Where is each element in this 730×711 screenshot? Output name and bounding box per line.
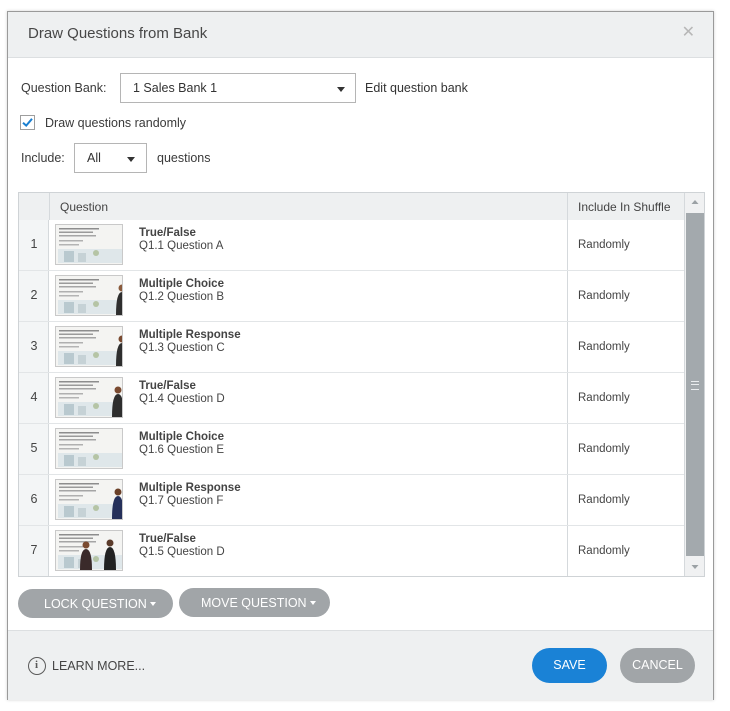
chevron-down-icon xyxy=(337,87,345,92)
row-number: 4 xyxy=(30,390,38,404)
table-row[interactable]: 6 Multiple Response Q1.7 Question F Randoml… xyxy=(19,475,684,526)
shuffle-cell: Randomly xyxy=(567,322,685,372)
chevron-down-icon xyxy=(127,157,135,162)
shuffle-cell: Randomly xyxy=(567,424,685,474)
shuffle-cell: Randomly xyxy=(567,271,685,321)
question-name: Q1.4 Question D xyxy=(139,393,225,405)
grid-scrollbar[interactable] xyxy=(684,193,705,576)
shuffle-cell: Randomly xyxy=(567,475,685,525)
shuffle-cell: Randomly xyxy=(567,220,685,270)
row-number: 5 xyxy=(30,441,38,455)
lock-question-label: LOCK QUESTION xyxy=(44,597,147,611)
shuffle-value: Randomly xyxy=(578,443,630,455)
table-row[interactable]: 2 Multiple Choice Q1.2 Question B Randomly xyxy=(19,271,684,322)
dialog-footer: i LEARN MORE... SAVE CANCEL xyxy=(8,630,713,700)
table-row[interactable]: 4 True/False Q1.4 Question D Randomly xyxy=(19,373,684,424)
question-bank-value: 1 Sales Bank 1 xyxy=(133,81,218,95)
question-name: Q1.3 Question C xyxy=(139,342,225,354)
row-number-cell: 1 xyxy=(19,220,49,270)
row-number-cell: 3 xyxy=(19,322,49,372)
question-type: True/False xyxy=(139,533,196,545)
question-thumbnail xyxy=(55,377,123,418)
learn-more-link[interactable]: LEARN MORE... xyxy=(52,659,145,673)
row-number: 7 xyxy=(30,543,38,557)
shuffle-value: Randomly xyxy=(578,290,630,302)
cancel-button[interactable]: CANCEL xyxy=(620,648,695,683)
save-button[interactable]: SAVE xyxy=(532,648,607,683)
close-icon[interactable]: ✕ xyxy=(682,24,695,42)
scroll-down-icon[interactable] xyxy=(685,558,705,576)
move-question-label: MOVE QUESTION xyxy=(201,596,307,610)
grid-header-shuffle: Include In Shuffle xyxy=(578,200,671,214)
draw-randomly-checkbox[interactable] xyxy=(20,115,35,130)
shuffle-cell: Randomly xyxy=(567,526,685,576)
draw-questions-dialog: Draw Questions from Bank ✕ Question Bank… xyxy=(7,11,714,700)
row-number: 6 xyxy=(30,492,38,506)
question-bank-select[interactable]: 1 Sales Bank 1 xyxy=(120,73,356,103)
dialog-title: Draw Questions from Bank xyxy=(28,25,208,42)
info-icon[interactable]: i xyxy=(28,657,46,675)
table-row[interactable]: 7 True/False Q1.5 Question D Randomly xyxy=(19,526,685,576)
table-row[interactable]: 1 True/False Q1.1 Question A Randomly xyxy=(19,220,684,271)
shuffle-cell: Randomly xyxy=(567,373,685,423)
shuffle-value: Randomly xyxy=(578,545,630,557)
row-number: 3 xyxy=(30,339,38,353)
row-number-cell: 4 xyxy=(19,373,49,423)
row-number-cell: 6 xyxy=(19,475,49,525)
question-name: Q1.1 Question A xyxy=(139,240,224,252)
table-row[interactable]: 5 Multiple Choice Q1.6 Question E Randomly xyxy=(19,424,684,475)
question-thumbnail xyxy=(55,530,123,571)
shuffle-value: Randomly xyxy=(578,392,630,404)
table-row[interactable]: 3 Multiple Response Q1.3 Question C Randoml… xyxy=(19,322,684,373)
grid-header-question: Question xyxy=(60,200,109,214)
shuffle-value: Randomly xyxy=(578,239,630,251)
grid-header: Question Include In Shuffle xyxy=(19,193,684,221)
shuffle-value: Randomly xyxy=(578,494,630,506)
chevron-down-icon xyxy=(310,601,316,605)
include-value: All xyxy=(87,151,101,165)
move-question-button[interactable]: MOVE QUESTION xyxy=(179,588,330,617)
question-thumbnail xyxy=(55,275,123,316)
include-label: Include: xyxy=(21,151,65,165)
question-type: Multiple Response xyxy=(139,482,241,494)
question-name: Q1.6 Question E xyxy=(139,444,225,456)
question-thumbnail xyxy=(55,479,123,520)
lock-question-button[interactable]: LOCK QUESTION xyxy=(18,589,173,618)
questions-grid: Question Include In Shuffle 1 True/False Q… xyxy=(18,192,705,577)
row-number-cell: 7 xyxy=(19,526,49,576)
question-thumbnail xyxy=(55,428,123,469)
scroll-up-icon[interactable] xyxy=(685,193,705,211)
question-type: Multiple Response xyxy=(139,329,241,341)
scrollbar-grip-icon xyxy=(691,381,699,390)
scrollbar-thumb[interactable] xyxy=(686,213,704,556)
shuffle-value: Randomly xyxy=(578,341,630,353)
include-select[interactable]: All xyxy=(74,143,147,173)
row-number-cell: 2 xyxy=(19,271,49,321)
include-questions-suffix: questions xyxy=(157,151,211,165)
edit-question-bank-link[interactable]: Edit question bank xyxy=(365,81,468,95)
dialog-titlebar: Draw Questions from Bank ✕ xyxy=(8,12,713,58)
draw-randomly-label: Draw questions randomly xyxy=(45,116,187,130)
question-type: True/False xyxy=(139,227,196,239)
question-name: Q1.7 Question F xyxy=(139,495,224,507)
question-name: Q1.5 Question D xyxy=(139,546,225,558)
question-thumbnail xyxy=(55,326,123,367)
row-number: 1 xyxy=(30,237,38,251)
question-name: Q1.2 Question B xyxy=(139,291,225,303)
chevron-down-icon xyxy=(150,602,156,606)
question-type: Multiple Choice xyxy=(139,278,224,290)
question-bank-label: Question Bank: xyxy=(21,81,107,95)
grid-header-shuffle-cell: Include In Shuffle xyxy=(567,193,685,220)
question-type: Multiple Choice xyxy=(139,431,224,443)
row-number-cell: 5 xyxy=(19,424,49,474)
question-type: True/False xyxy=(139,380,196,392)
question-thumbnail xyxy=(55,224,123,265)
row-number: 2 xyxy=(30,288,38,302)
grid-header-number xyxy=(19,193,50,220)
checkmark-icon xyxy=(22,118,33,128)
